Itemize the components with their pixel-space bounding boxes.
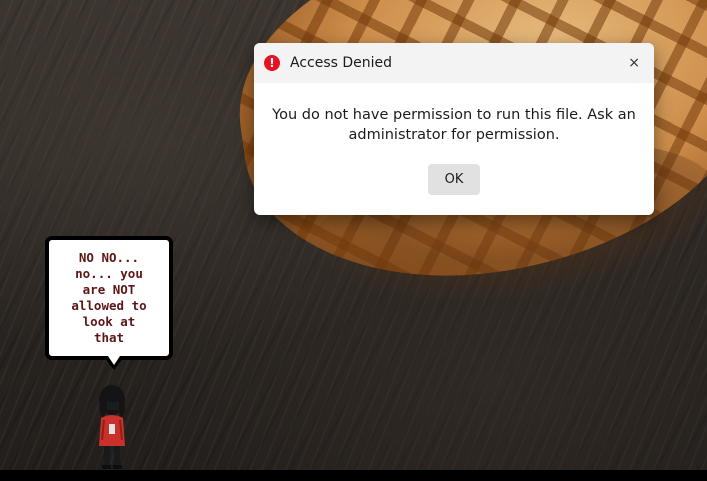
- character-sprite: [99, 385, 125, 469]
- close-button[interactable]: ×: [628, 55, 640, 71]
- error-icon: !: [264, 55, 280, 71]
- dialog-title: Access Denied: [290, 55, 393, 71]
- speech-bubble: NO NO... no... you are NOT allowed to lo…: [45, 236, 173, 360]
- dialog-titlebar: ! Access Denied ×: [254, 43, 654, 83]
- access-denied-dialog: ! Access Denied × You do not have permis…: [254, 43, 654, 215]
- taskbar-edge: [0, 470, 707, 481]
- ok-button[interactable]: OK: [428, 164, 480, 195]
- dialog-message: You do not have permission to run this f…: [272, 107, 636, 143]
- speech-bubble-tail-fill: [108, 356, 120, 365]
- speech-bubble-text: NO NO... no... you are NOT allowed to lo…: [71, 250, 147, 345]
- desktop-background: ! Access Denied × You do not have permis…: [0, 0, 707, 481]
